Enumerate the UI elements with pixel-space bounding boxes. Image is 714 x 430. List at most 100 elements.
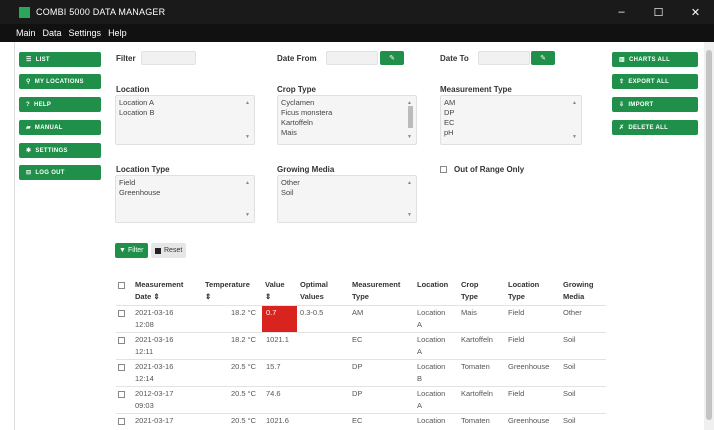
- delete-all-button[interactable]: ✗ DELETE ALL: [612, 120, 698, 135]
- column-header-value[interactable]: Value ⇕: [265, 279, 285, 303]
- menu-settings[interactable]: Settings: [69, 28, 102, 38]
- cell-date: 2021-03-17: [135, 415, 173, 427]
- menu-help[interactable]: Help: [108, 28, 127, 38]
- scroll-down-icon[interactable]: ▼: [245, 210, 250, 220]
- column-header-location[interactable]: Location: [417, 279, 448, 291]
- export-all-button[interactable]: ⇪ EXPORT ALL: [612, 74, 698, 89]
- location-label: Location: [116, 85, 150, 94]
- column-header-optimal-values[interactable]: Optimal Values: [300, 279, 328, 303]
- column-header-temperature[interactable]: Temperature ⇕: [205, 279, 250, 303]
- sidebar-item-label: MY LOCATIONS: [34, 78, 84, 85]
- sidebar-item-manual[interactable]: ▰ MANUAL: [19, 120, 101, 135]
- column-header-location-type[interactable]: Location Type: [508, 279, 539, 303]
- scroll-up-icon[interactable]: ▲: [245, 178, 250, 188]
- header-line: Location: [508, 280, 540, 289]
- scrollbar-thumb[interactable]: [408, 106, 413, 128]
- filter-input[interactable]: [141, 51, 196, 65]
- cell-temperature: 20.5 °C: [231, 362, 257, 371]
- sidebar-item-log-out[interactable]: ⊟ LOG OUT: [19, 165, 101, 180]
- cell-location-type: Field: [508, 389, 525, 398]
- list-item[interactable]: Ficus monstera: [281, 108, 413, 118]
- date-from-input[interactable]: [326, 51, 378, 65]
- sidebar-item-list[interactable]: ☰ LIST: [19, 52, 101, 67]
- column-header-measurement-type[interactable]: Measurement Type: [352, 279, 400, 303]
- scroll-up-icon[interactable]: ▲: [245, 98, 250, 108]
- cell-crop-type: Tomaten: [461, 362, 490, 371]
- time-text: 09:03: [135, 401, 154, 410]
- row-checkbox[interactable]: [118, 337, 125, 344]
- column-header-growing-media[interactable]: Growing Media: [563, 279, 593, 303]
- crop-type-listbox[interactable]: Cyclamen Ficus monstera Kartoffeln Mais …: [277, 95, 417, 145]
- scroll-down-icon[interactable]: ▼: [572, 132, 577, 142]
- list-item[interactable]: AM: [444, 98, 578, 108]
- list-item[interactable]: Mais: [281, 128, 413, 138]
- scroll-down-icon[interactable]: ▼: [407, 210, 412, 220]
- column-header-crop-type[interactable]: Crop Type: [461, 279, 479, 303]
- time-text: 12:14: [135, 374, 154, 383]
- date-from-calendar-button[interactable]: ✎: [380, 51, 404, 65]
- row-checkbox[interactable]: [118, 310, 125, 317]
- list-item[interactable]: EC: [444, 118, 578, 128]
- column-header-measurement-date[interactable]: Measurement Date ⇕: [135, 279, 183, 303]
- minimize-button[interactable]: –: [603, 0, 640, 24]
- window-controls: – ☐ ✕: [603, 0, 714, 24]
- row-checkbox[interactable]: [118, 418, 125, 425]
- list-item[interactable]: Kartoffeln: [281, 118, 413, 128]
- close-button[interactable]: ✕: [677, 0, 714, 24]
- measurement-type-listbox[interactable]: AM DP EC pH ▲ ▼: [440, 95, 582, 145]
- cell-growing-media: Soil: [563, 389, 576, 398]
- filter-button-label: Filter: [127, 247, 144, 254]
- list-item[interactable]: Cyclamen: [281, 98, 413, 108]
- maximize-button[interactable]: ☐: [640, 0, 677, 24]
- scroll-up-icon[interactable]: ▲: [407, 178, 412, 188]
- location-text: Location: [417, 362, 446, 371]
- list-item[interactable]: DP: [444, 108, 578, 118]
- scroll-up-icon[interactable]: ▲: [572, 98, 577, 108]
- sidebar-item-help[interactable]: ? HELP: [19, 97, 101, 112]
- cell-location: Location B: [417, 361, 445, 385]
- location-text: Location: [417, 308, 446, 317]
- date-to-calendar-button[interactable]: ✎: [531, 51, 555, 65]
- list-item[interactable]: Location B: [119, 108, 251, 118]
- location-type-listbox[interactable]: Field Greenhouse ▲ ▼: [115, 175, 255, 223]
- cell-crop-type: Kartoffeln: [461, 335, 493, 344]
- date-text: 2021-03-16: [135, 362, 174, 371]
- cell-crop-type: Tomaten: [461, 416, 490, 425]
- sidebar-item-settings[interactable]: ✱ SETTINGS: [19, 143, 101, 158]
- header-line: Values: [300, 292, 324, 301]
- menu-main[interactable]: Main: [16, 28, 36, 38]
- header-line: Location: [417, 280, 449, 289]
- charts-all-button[interactable]: ▥ CHARTS ALL: [612, 52, 698, 67]
- list-item[interactable]: pH: [444, 128, 578, 138]
- growing-media-listbox[interactable]: Other Soil ▲ ▼: [277, 175, 417, 223]
- row-checkbox[interactable]: [118, 364, 125, 371]
- scroll-down-icon[interactable]: ▼: [245, 132, 250, 142]
- page-scrollbar-thumb[interactable]: [706, 50, 712, 420]
- cell-date: 2021-03-16 12:08: [135, 307, 173, 331]
- menu-data[interactable]: Data: [43, 28, 62, 38]
- reset-button[interactable]: Reset: [151, 243, 187, 258]
- cell-temperature: 20.5 °C: [231, 416, 257, 425]
- list-item[interactable]: Soil: [281, 188, 413, 198]
- list-item[interactable]: Greenhouse: [119, 188, 251, 198]
- pencil-icon: ✎: [540, 55, 546, 62]
- select-all-checkbox[interactable]: [118, 282, 125, 289]
- measurement-type-label: Measurement Type: [440, 85, 512, 94]
- row-checkbox[interactable]: [118, 391, 125, 398]
- date-to-input[interactable]: [478, 51, 530, 65]
- list-item[interactable]: Field: [119, 178, 251, 188]
- reset-button-label: Reset: [164, 247, 183, 254]
- location-text: Location: [417, 389, 446, 398]
- cell-value: 0.7: [266, 308, 277, 317]
- date-to-label: Date To: [440, 54, 469, 63]
- list-item[interactable]: Other: [281, 178, 413, 188]
- location-listbox[interactable]: Location A Location B ▲ ▼: [115, 95, 255, 145]
- list-item[interactable]: Location A: [119, 98, 251, 108]
- out-of-range-checkbox[interactable]: [440, 166, 447, 173]
- scroll-down-icon[interactable]: ▼: [407, 132, 412, 142]
- sidebar-item-label: LOG OUT: [35, 169, 65, 176]
- page-scrollbar[interactable]: [704, 42, 714, 430]
- import-button[interactable]: ⇩ IMPORT: [612, 97, 698, 112]
- sidebar-item-my-locations[interactable]: ⚲ MY LOCATIONS: [19, 74, 101, 89]
- filter-button[interactable]: ▼ Filter: [115, 243, 148, 258]
